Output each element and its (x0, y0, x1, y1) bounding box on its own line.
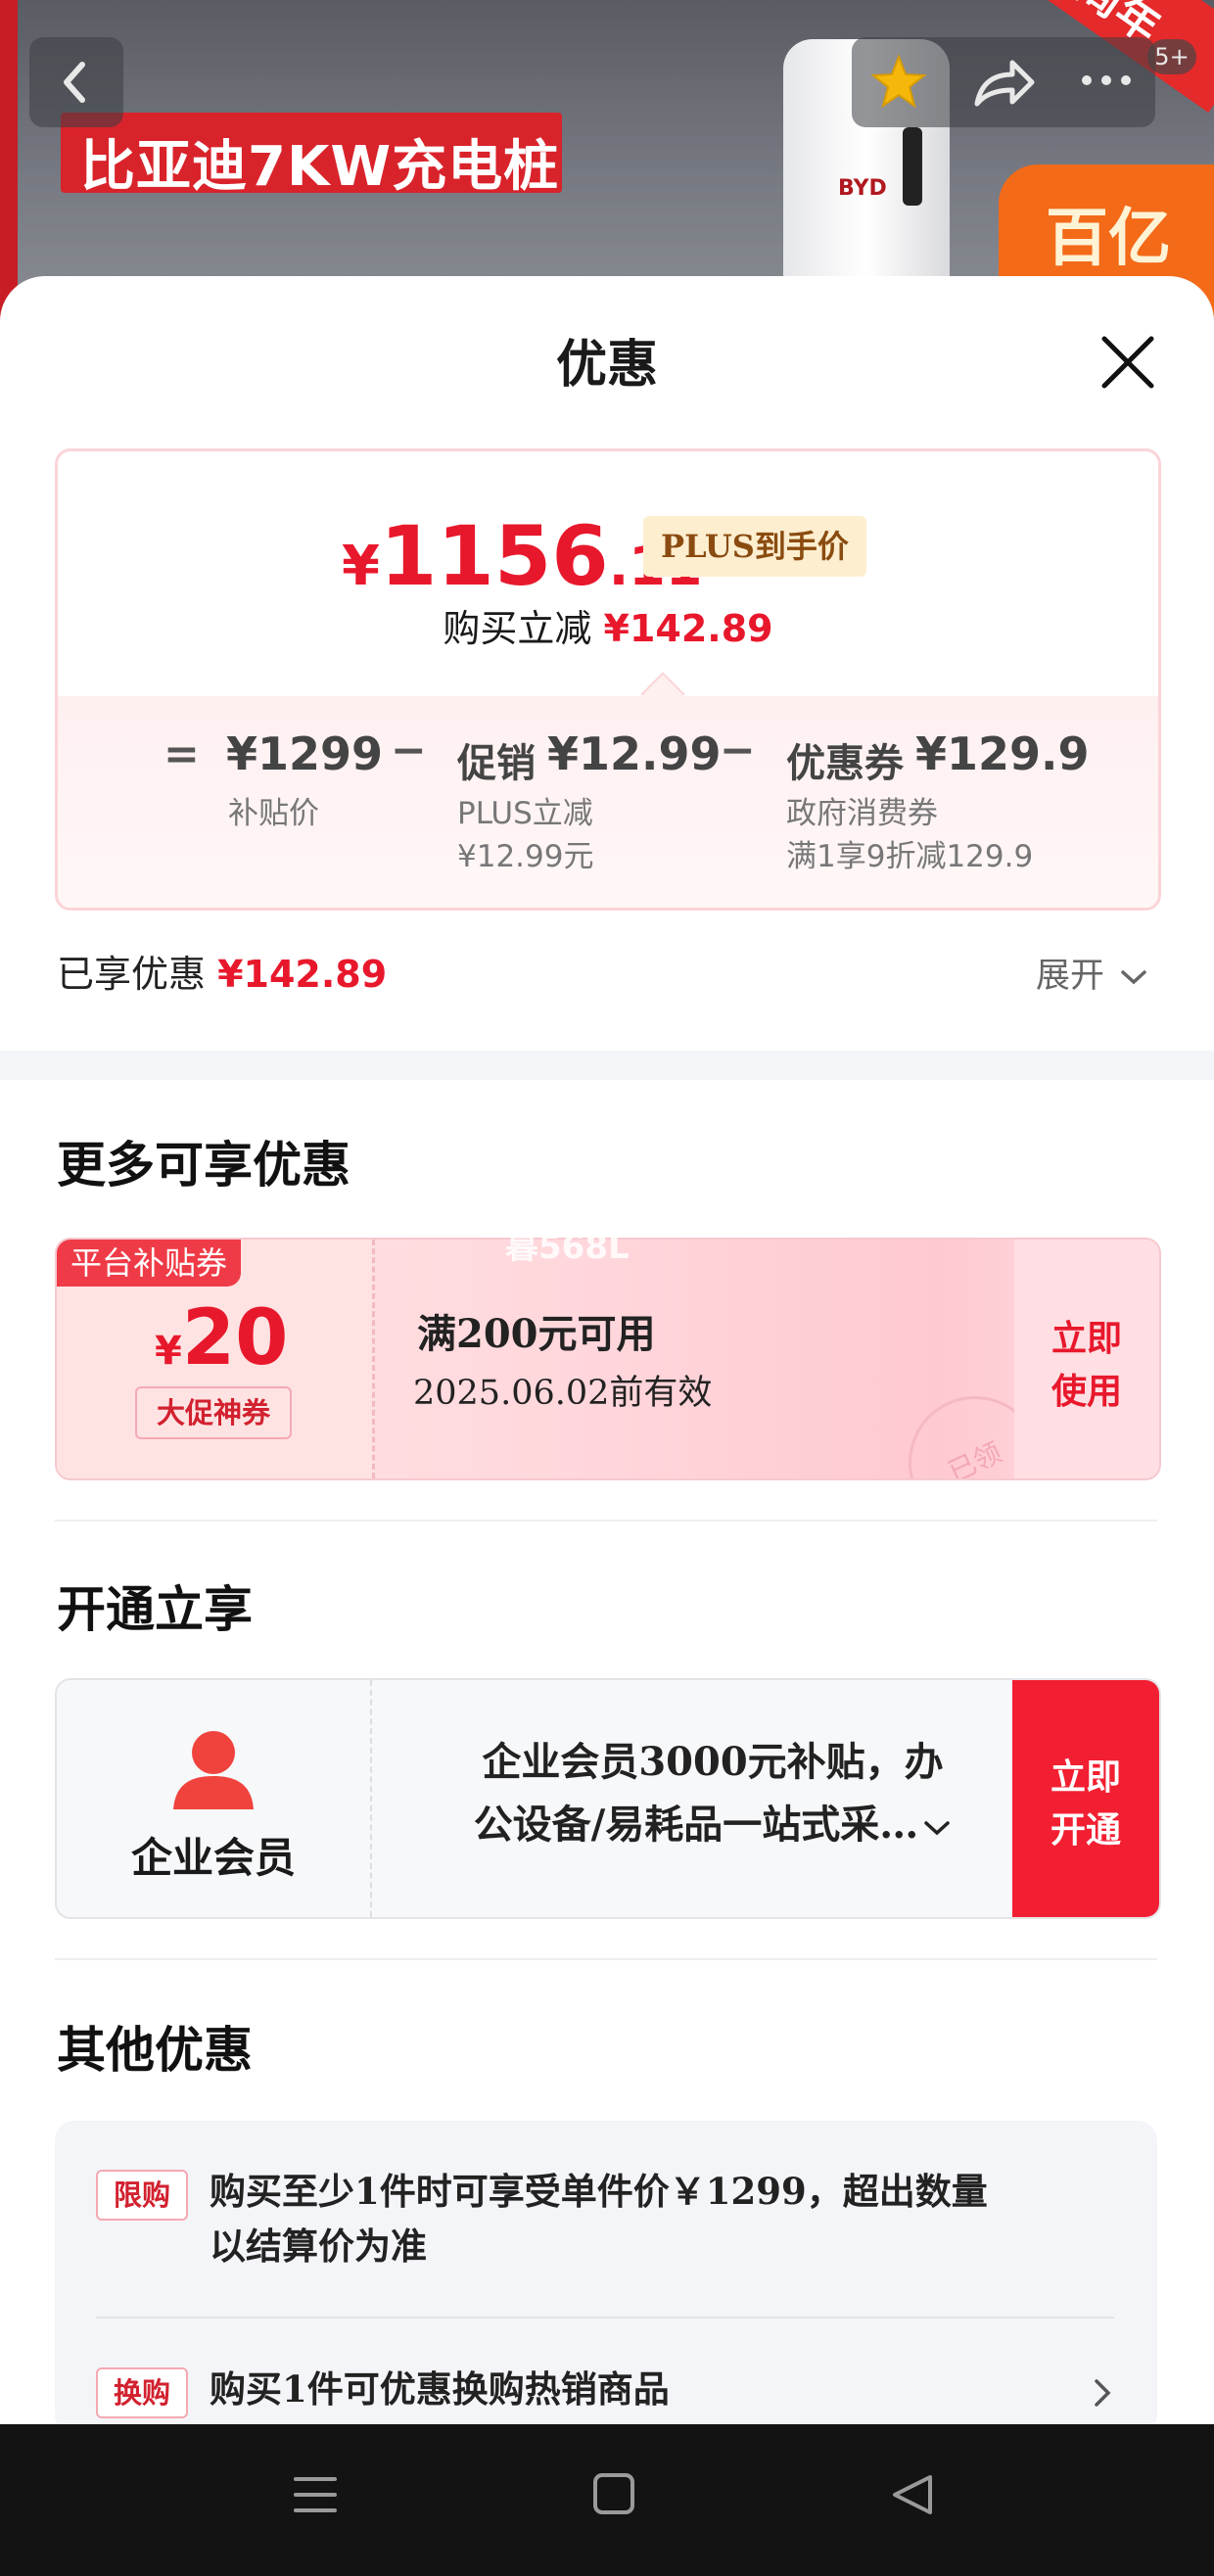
equals-sign: = (163, 729, 200, 779)
coupon-condition: 满200元可用 (417, 1311, 656, 1357)
coupon-type-tag: 平台补贴券 (57, 1240, 242, 1287)
back-button[interactable] (29, 37, 123, 127)
section-separator-2 (55, 1958, 1157, 1960)
device-handle (903, 127, 922, 206)
expand-label: 展开 (1036, 957, 1105, 996)
chevron-left-icon (64, 62, 85, 103)
membership-desc-line1: 企业会员3000元补贴，办 (482, 1739, 944, 1785)
watermark: 暮568L (505, 1228, 630, 1267)
chevron-down-icon (1121, 970, 1146, 985)
home-icon[interactable] (591, 2471, 636, 2516)
enjoyed-amount: ¥142.89 (217, 953, 388, 996)
product-banner-text: 比亚迪7KW充电桩 (80, 135, 560, 199)
user-icon (173, 1731, 254, 1809)
favorite-star-icon[interactable] (867, 51, 930, 114)
offer-row-divider (96, 2317, 1114, 2318)
reduction-amount: ¥142.89 (603, 607, 773, 650)
menu-icon[interactable] (292, 2473, 339, 2516)
membership-desc-line2: 公设备/易耗品一站式采… (399, 1794, 1026, 1856)
other-offers-list: 限购 购买至少1件时可享受单件价￥1299，超出数量 以结算价为准 换购 购买1… (55, 2121, 1157, 2434)
promo-label: 促销 (457, 740, 536, 786)
final-price-currency: ¥ (342, 535, 380, 598)
message-count-badge: 5+ (1147, 39, 1196, 74)
membership-icon-panel: 企业会员 (57, 1680, 372, 1917)
coupon-validity: 2025.06.02前有效 (413, 1374, 713, 1413)
open-membership-button[interactable]: 立即 开通 (1012, 1680, 1159, 1917)
chevron-down-icon (924, 1821, 951, 1836)
back-triangle-icon[interactable] (889, 2471, 936, 2518)
open-button-line1: 立即 (1050, 1756, 1121, 1798)
close-icon[interactable] (1098, 333, 1157, 392)
enjoyed-discount: 已享优惠 ¥142.89 (57, 944, 387, 998)
limit-purchase-line2: 以结算价为准 (210, 2225, 427, 2268)
enjoyed-label: 已享优惠 (57, 953, 207, 996)
other-offers-heading: 其他优惠 (57, 2021, 253, 2079)
limit-purchase-line1: 购买至少1件时可享受单件价￥1299，超出数量 (210, 2170, 988, 2213)
coupon-label: 优惠券 (786, 740, 904, 786)
membership-name: 企业会员 (130, 1834, 296, 1882)
coupon-desc-tag: 大促神券 (135, 1386, 292, 1439)
base-price-label: 补贴价 (228, 796, 319, 831)
coupon-amount: ¥20 (155, 1294, 288, 1382)
enterprise-membership-card: 企业会员 企业会员3000元补贴，办 公设备/易耗品一站式采… 立即 开通 (55, 1678, 1161, 1919)
red-stripe (0, 0, 18, 323)
coupon-amount-value: 20 (181, 1294, 289, 1382)
use-coupon-button[interactable]: 立即 使用 (1014, 1240, 1159, 1478)
coupon-sub-rule: 满1享9折减129.9 (786, 839, 1034, 874)
promo-sub-amount: ¥12.99元 (457, 839, 594, 874)
platform-coupon-card: 平台补贴券 ¥20 大促神券 满200元可用 2025.06.02前有效 已领 … (55, 1238, 1161, 1480)
system-navigation-bar (0, 2424, 1214, 2576)
product-banner: 比亚迪7KW充电桩 (61, 113, 562, 199)
limit-purchase-text: 购买至少1件时可享受单件价￥1299，超出数量 以结算价为准 (210, 2164, 988, 2273)
section-divider (0, 1051, 1214, 1080)
purchase-reduction: 购买立减 ¥142.89 (58, 598, 1158, 652)
base-price-value: ¥1299 (226, 727, 384, 780)
membership-desc-line2-text: 公设备/易耗品一站式采… (473, 1802, 919, 1848)
open-button-line2: 开通 (1050, 1809, 1121, 1850)
membership-heading: 开通立享 (57, 1580, 253, 1638)
trade-in-text[interactable]: 购买1件可优惠换购热销商品 (210, 2362, 670, 2416)
share-icon[interactable] (969, 51, 1038, 114)
plus-price-tag: PLUS到手价 (643, 516, 866, 577)
promo-value: ¥12.99 (547, 727, 722, 780)
trade-in-tag: 换购 (96, 2367, 188, 2418)
final-price-integer: 1156 (379, 508, 609, 604)
section-separator-1 (55, 1520, 1157, 1522)
use-button-line1: 立即 (1051, 1318, 1122, 1359)
minus-sign-2: − (720, 726, 756, 775)
membership-description[interactable]: 企业会员3000元补贴，办 公设备/易耗品一站式采… (399, 1731, 1026, 1856)
limit-purchase-tag: 限购 (96, 2170, 188, 2221)
more-offers-heading: 更多可享优惠 (57, 1136, 350, 1194)
price-summary-card: ¥1156.11 PLUS到手价 购买立减 ¥142.89 = ¥1299 补贴… (55, 448, 1161, 911)
minus-sign-1: − (391, 726, 427, 775)
chevron-right-icon[interactable] (1091, 2375, 1114, 2411)
sheet-title: 优惠 (555, 335, 658, 395)
coupon-sub-label: 政府消费券 (786, 796, 938, 831)
expand-toggle[interactable]: 展开 (1036, 948, 1148, 998)
use-button-line2: 使用 (1051, 1371, 1122, 1412)
coupon-value: ¥129.9 (915, 727, 1090, 780)
promo-badge-text: 百亿 (1046, 203, 1171, 275)
device-logo: BYD (838, 176, 887, 201)
promo-sub-label: PLUS立减 (457, 796, 593, 831)
reduction-label: 购买立减 (443, 607, 592, 650)
coupon-currency: ¥ (155, 1329, 182, 1374)
more-options-icon[interactable] (1077, 70, 1136, 90)
